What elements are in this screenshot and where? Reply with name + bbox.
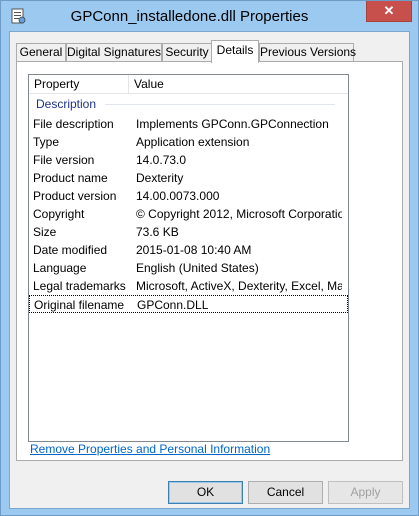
- group-divider: [105, 104, 335, 105]
- property-value: 2015-01-08 10:40 AM: [136, 243, 252, 257]
- property-value: 14.0.73.0: [136, 153, 187, 167]
- property-value: GPConn.DLL: [137, 298, 209, 312]
- dialog-client: General Digital Signatures Security Deta…: [9, 31, 410, 509]
- property-value: © Copyright 2012, Microsoft Corporatio..…: [136, 207, 342, 221]
- property-value: Dexterity: [136, 171, 184, 185]
- list-item-selected[interactable]: Original filename GPConn.DLL: [29, 295, 348, 313]
- property-value: Microsoft, ActiveX, Dexterity, Excel, Ma…: [136, 279, 342, 293]
- property-name: Copyright: [33, 207, 85, 221]
- list-item[interactable]: Type Application extension: [29, 133, 348, 151]
- group-header-description[interactable]: Description: [35, 95, 335, 113]
- property-value: Application extension: [136, 135, 250, 149]
- property-value: English (United States): [136, 261, 259, 275]
- property-name: File description: [33, 117, 114, 131]
- list-item[interactable]: Product version 14.00.0073.000: [29, 187, 348, 205]
- property-name: Language: [33, 261, 87, 275]
- list-item[interactable]: Size 73.6 KB: [29, 223, 348, 241]
- property-name: Product version: [33, 189, 117, 203]
- close-icon: ✕: [383, 3, 395, 18]
- list-item[interactable]: Language English (United States): [29, 259, 348, 277]
- tab-digital-signatures[interactable]: Digital Signatures: [66, 43, 162, 61]
- property-value: Implements GPConn.GPConnection: [136, 117, 329, 131]
- tab-general[interactable]: General: [16, 43, 66, 61]
- column-header-value[interactable]: Value: [129, 75, 348, 93]
- list-item[interactable]: Product name Dexterity: [29, 169, 348, 187]
- property-name: Legal trademarks: [33, 279, 126, 293]
- properties-window: GPConn_installedone.dll Properties ✕ Gen…: [0, 0, 419, 516]
- list-item[interactable]: File description Implements GPConn.GPCon…: [29, 115, 348, 133]
- property-name: Original filename: [34, 298, 125, 312]
- close-button[interactable]: ✕: [366, 1, 412, 22]
- title-bar[interactable]: GPConn_installedone.dll Properties ✕: [1, 1, 418, 31]
- property-name: Size: [33, 225, 57, 239]
- list-item[interactable]: Legal trademarks Microsoft, ActiveX, Dex…: [29, 277, 348, 295]
- window-title: GPConn_installedone.dll Properties: [70, 8, 309, 25]
- tab-details[interactable]: Details: [211, 40, 259, 63]
- list-item[interactable]: Copyright © Copyright 2012, Microsoft Co…: [29, 205, 348, 223]
- list-header: Property Value: [29, 75, 348, 94]
- ok-button[interactable]: OK: [168, 481, 243, 504]
- apply-button[interactable]: Apply: [328, 481, 403, 504]
- tab-security[interactable]: Security: [162, 43, 212, 61]
- properties-list[interactable]: Property Value Description File descript…: [28, 74, 349, 442]
- column-header-property[interactable]: Property: [29, 75, 129, 93]
- list-item[interactable]: File version 14.0.73.0: [29, 151, 348, 169]
- list-item[interactable]: Date modified 2015-01-08 10:40 AM: [29, 241, 348, 259]
- property-name: Type: [33, 135, 60, 149]
- property-name: Date modified: [33, 243, 108, 257]
- property-name: File version: [33, 153, 95, 167]
- details-panel: Property Value Description File descript…: [16, 61, 403, 461]
- remove-properties-link[interactable]: Remove Properties and Personal Informati…: [30, 442, 270, 456]
- tab-previous-versions[interactable]: Previous Versions: [259, 43, 356, 61]
- property-value: 73.6 KB: [136, 225, 179, 239]
- cancel-button[interactable]: Cancel: [248, 481, 323, 504]
- property-name: Product name: [33, 171, 108, 185]
- property-value: 14.00.0073.000: [136, 189, 220, 203]
- group-label: Description: [36, 97, 97, 111]
